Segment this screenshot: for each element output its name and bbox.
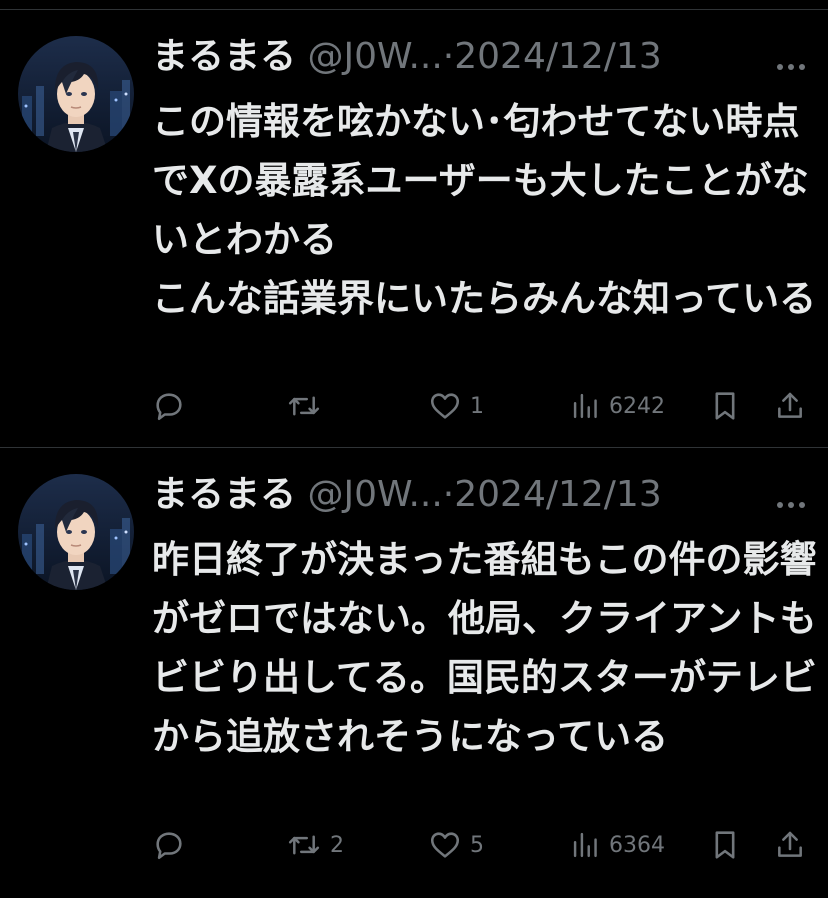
- bookmark-button[interactable]: [710, 825, 740, 865]
- separator-dot: ·: [442, 36, 455, 77]
- display-name[interactable]: まるまる: [152, 36, 296, 77]
- like-count: 5: [470, 832, 484, 858]
- retweet-count: 2: [330, 832, 344, 858]
- share-button[interactable]: [774, 825, 806, 865]
- share-icon: [774, 389, 806, 423]
- reply-button[interactable]: [152, 386, 194, 426]
- tweet-header: まるまる @J0W...·2024/12/13: [152, 32, 772, 82]
- reply-bubble-icon: [152, 828, 186, 862]
- views-button[interactable]: 6364: [571, 825, 665, 865]
- views-bar-chart-icon: [571, 389, 601, 423]
- views-button[interactable]: 6242: [571, 386, 665, 426]
- avatar[interactable]: [18, 36, 134, 152]
- like-button[interactable]: 1: [428, 386, 484, 426]
- tweet-text: この情報を呟かない･匂わせてない時点でXの暴露系ユーザーも大したことがないとわか…: [152, 100, 817, 320]
- heart-icon: [428, 389, 462, 423]
- tweet-text: 昨日終了が決まった番組もこの件の影響がゼロではない。他局、クライアントもビビり出…: [152, 538, 817, 758]
- bookmark-icon: [710, 828, 740, 862]
- more-dots-icon[interactable]: [776, 494, 806, 508]
- user-handle[interactable]: @J0W...: [307, 36, 442, 77]
- view-count: 6242: [609, 393, 665, 419]
- retweet-icon: [286, 389, 322, 423]
- reply-bubble-icon: [152, 389, 186, 423]
- avatar[interactable]: [18, 474, 134, 590]
- retweet-button[interactable]: [286, 386, 330, 426]
- share-button[interactable]: [774, 386, 806, 426]
- tweet[interactable]: まるまる @J0W...·2024/12/13 昨日終了が決まった番組もこの件の…: [0, 448, 828, 898]
- view-count: 6364: [609, 832, 665, 858]
- share-icon: [774, 828, 806, 862]
- separator-dot: ·: [442, 474, 455, 515]
- tweet-date[interactable]: 2024/12/13: [454, 36, 662, 77]
- tweet[interactable]: まるまる @J0W...·2024/12/13 この情報を呟かない･匂わせてない…: [0, 10, 828, 447]
- user-handle[interactable]: @J0W...: [307, 474, 442, 515]
- retweet-button[interactable]: 2: [286, 825, 344, 865]
- tweet-date[interactable]: 2024/12/13: [454, 474, 662, 515]
- like-count: 1: [470, 393, 484, 419]
- like-button[interactable]: 5: [428, 825, 484, 865]
- bookmark-button[interactable]: [710, 386, 740, 426]
- display-name[interactable]: まるまる: [152, 474, 296, 515]
- action-bar: 1 6242: [0, 386, 828, 426]
- action-bar: 2 5 6364: [0, 825, 828, 865]
- retweet-icon: [286, 828, 322, 862]
- more-dots-icon[interactable]: [776, 56, 806, 70]
- views-bar-chart-icon: [571, 828, 601, 862]
- reply-button[interactable]: [152, 825, 194, 865]
- tweet-header: まるまる @J0W...·2024/12/13: [152, 470, 772, 520]
- heart-icon: [428, 828, 462, 862]
- bookmark-icon: [710, 389, 740, 423]
